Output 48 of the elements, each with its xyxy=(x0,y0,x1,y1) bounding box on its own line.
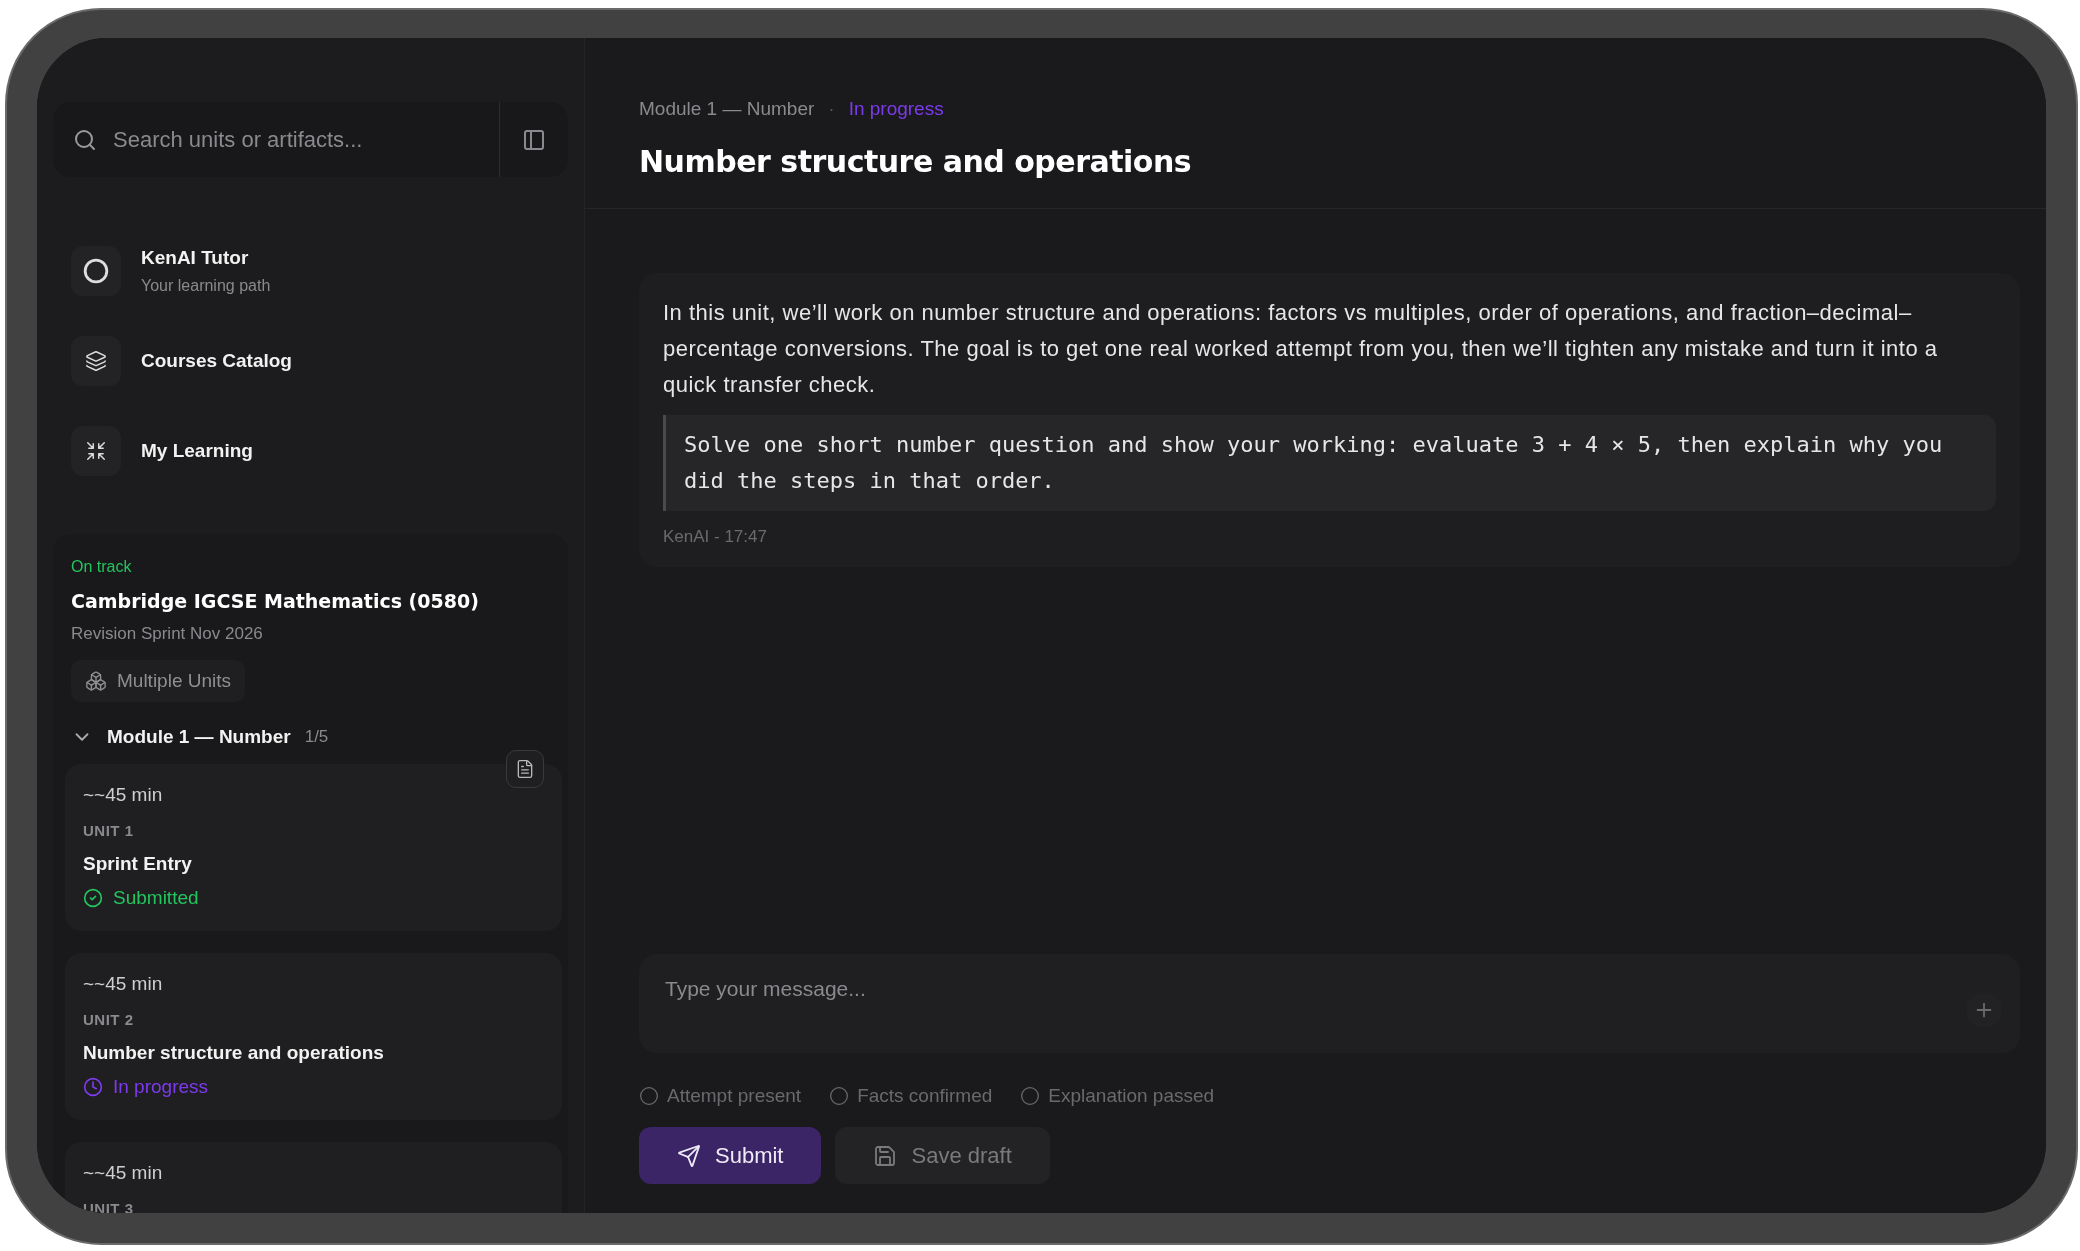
document-button[interactable] xyxy=(506,750,544,788)
unit-duration: ~~45 min xyxy=(83,784,164,806)
breadcrumb-module: Module 1 — Number xyxy=(639,98,815,120)
course-status: On track xyxy=(71,558,133,576)
message-field[interactable]: Type your message... xyxy=(663,976,1966,1002)
unit-card[interactable]: ~~45 min UNIT 1 Sprint Entry Submitted xyxy=(65,764,562,931)
shrink-arrows-icon xyxy=(71,426,121,476)
checklist-label: Attempt present xyxy=(667,1085,802,1107)
nav-item[interactable]: My Learning xyxy=(71,426,550,476)
message-text: In this unit, we’ll work on number structure and operations: factors vs multiples, order of operations, and fraction–decimal–percentage conversions. The goal is to get one real worked attempt from you, then we’ll tighten any mistake and turn it into a quick transfer check. xyxy=(663,299,1939,399)
breadcrumb-status: In progress xyxy=(848,98,944,120)
checklist-label: Explanation passed xyxy=(1048,1085,1215,1107)
unit-number: UNIT 1 xyxy=(83,822,135,839)
search-bar[interactable]: Search units or artifacts... xyxy=(53,102,568,177)
nav-item[interactable]: Courses Catalog xyxy=(71,336,550,386)
nav-subtitle: Your learning path xyxy=(141,277,271,295)
message-meta: KenAI - 17:47 xyxy=(663,527,768,547)
search-field[interactable]: Search units or artifacts... xyxy=(111,125,499,154)
document-icon xyxy=(515,759,535,779)
page-title: Number structure and operations xyxy=(639,144,1193,179)
unit-duration: ~~45 min xyxy=(83,1162,164,1184)
code-block: Solve one short number question and show your working: evaluate 3 + 4 × 5, then explain why you did the steps in that order. xyxy=(663,415,1996,511)
unit-title: Sprint Entry xyxy=(83,853,193,875)
unit-duration: ~~45 min xyxy=(83,973,164,995)
nav-item[interactable]: KenAI Tutor Your learning path xyxy=(71,246,550,296)
layers-icon xyxy=(71,336,121,386)
check-circle-icon xyxy=(83,888,103,908)
module-header[interactable]: Module 1 — Number 1/5 xyxy=(71,726,550,748)
boxes-icon xyxy=(85,670,107,692)
sidebar-panel-icon xyxy=(522,127,546,152)
submit-button[interactable]: Submit xyxy=(639,1127,822,1184)
module-count: 1/5 xyxy=(304,727,329,747)
clock-icon xyxy=(83,1077,103,1097)
breadcrumb-separator: · xyxy=(828,98,835,120)
save-draft-button[interactable]: Save draft xyxy=(835,1127,1050,1184)
unit-number: UNIT 2 xyxy=(83,1011,135,1028)
course-title: Cambridge IGCSE Mathematics (0580) xyxy=(71,590,480,612)
unit-title: Number structure and operations xyxy=(83,1042,385,1064)
search-icon xyxy=(73,127,97,152)
unit-status: Submitted xyxy=(113,887,199,909)
unit-status: In progress xyxy=(113,1076,209,1098)
module-title: Module 1 — Number xyxy=(107,726,291,748)
ring-icon xyxy=(71,246,121,296)
course-subtitle: Revision Sprint Nov 2026 xyxy=(71,624,264,644)
checklist-label: Facts confirmed xyxy=(857,1085,993,1107)
chip-label: Multiple Units xyxy=(117,670,232,692)
unit-card[interactable]: ~~45 min UNIT 2 Number structure and operations In progress xyxy=(65,953,562,1120)
send-icon xyxy=(677,1143,701,1168)
